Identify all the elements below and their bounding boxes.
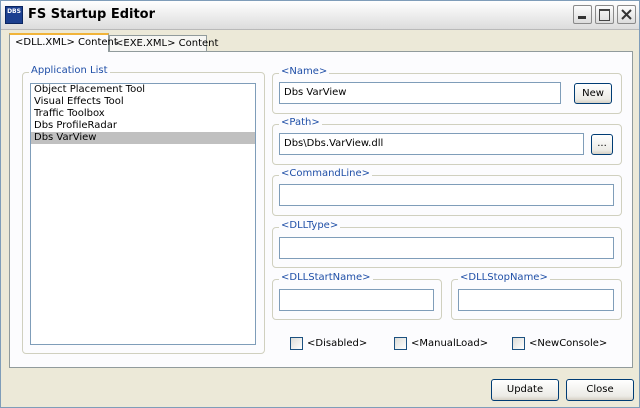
path-label: <Path> xyxy=(279,117,322,128)
commandline-field[interactable] xyxy=(279,184,614,206)
list-item[interactable]: Dbs VarView xyxy=(31,132,255,144)
commandline-group: <CommandLine> xyxy=(272,168,622,216)
application-list-group: Application List Object Placement Tool Vi… xyxy=(22,65,265,354)
tab-dll-xml[interactable]: <DLL.XML> Content xyxy=(9,33,118,52)
path-field[interactable]: Dbs\Dbs.VarView.dll xyxy=(279,133,584,155)
name-group: <Name> Dbs VarView New xyxy=(272,66,622,114)
path-group: <Path> Dbs\Dbs.VarView.dll ... xyxy=(272,117,622,165)
window-title: FS Startup Editor xyxy=(28,7,156,22)
tab-exe-xml[interactable]: <EXE.XML> Content xyxy=(109,35,218,51)
disabled-checkbox-box[interactable] xyxy=(290,337,303,350)
list-item[interactable]: Object Placement Tool xyxy=(31,84,255,96)
dllstopname-label: <DLLStopName> xyxy=(458,272,550,283)
list-item[interactable]: Visual Effects Tool xyxy=(31,96,255,108)
manualload-checkbox-box[interactable] xyxy=(394,337,407,350)
app-icon: DBS xyxy=(5,6,23,24)
tab-panel: Application List Object Placement Tool Vi… xyxy=(9,51,633,368)
maximize-button[interactable] xyxy=(595,5,614,24)
dlltype-label: <DLLType> xyxy=(279,220,341,231)
application-list-label: Application List xyxy=(29,65,110,76)
dllstartname-label: <DLLStartName> xyxy=(279,272,373,283)
newconsole-label: <NewConsole> xyxy=(529,338,608,349)
newconsole-checkbox-box[interactable] xyxy=(512,337,525,350)
list-item[interactable]: Dbs ProfileRadar xyxy=(31,120,255,132)
commandline-label: <CommandLine> xyxy=(279,168,372,179)
main-window: DBS FS Startup Editor <DLL.XML> Content … xyxy=(0,0,640,408)
minimize-button[interactable] xyxy=(573,5,592,24)
dllstartname-group: <DLLStartName> xyxy=(272,272,442,320)
dlltype-group: <DLLType> xyxy=(272,220,622,268)
list-item[interactable]: Traffic Toolbox xyxy=(31,108,255,120)
dllstopname-field[interactable] xyxy=(458,289,614,311)
application-listbox[interactable]: Object Placement Tool Visual Effects Tool… xyxy=(30,83,256,345)
dllstartname-field[interactable] xyxy=(279,289,434,311)
update-button[interactable]: Update xyxy=(491,379,559,401)
disabled-label: <Disabled> xyxy=(307,338,368,349)
close-icon xyxy=(621,9,632,20)
new-button[interactable]: New xyxy=(574,83,612,104)
name-label: <Name> xyxy=(279,66,330,77)
dlltype-field[interactable] xyxy=(279,237,614,259)
close-window-button[interactable] xyxy=(617,5,636,24)
name-field[interactable]: Dbs VarView xyxy=(279,82,561,104)
close-button[interactable]: Close xyxy=(566,379,634,401)
dllstopname-group: <DLLStopName> xyxy=(451,272,622,320)
browse-button[interactable]: ... xyxy=(591,134,613,155)
title-bar[interactable]: DBS FS Startup Editor xyxy=(1,1,639,30)
manualload-label: <ManualLoad> xyxy=(411,338,489,349)
